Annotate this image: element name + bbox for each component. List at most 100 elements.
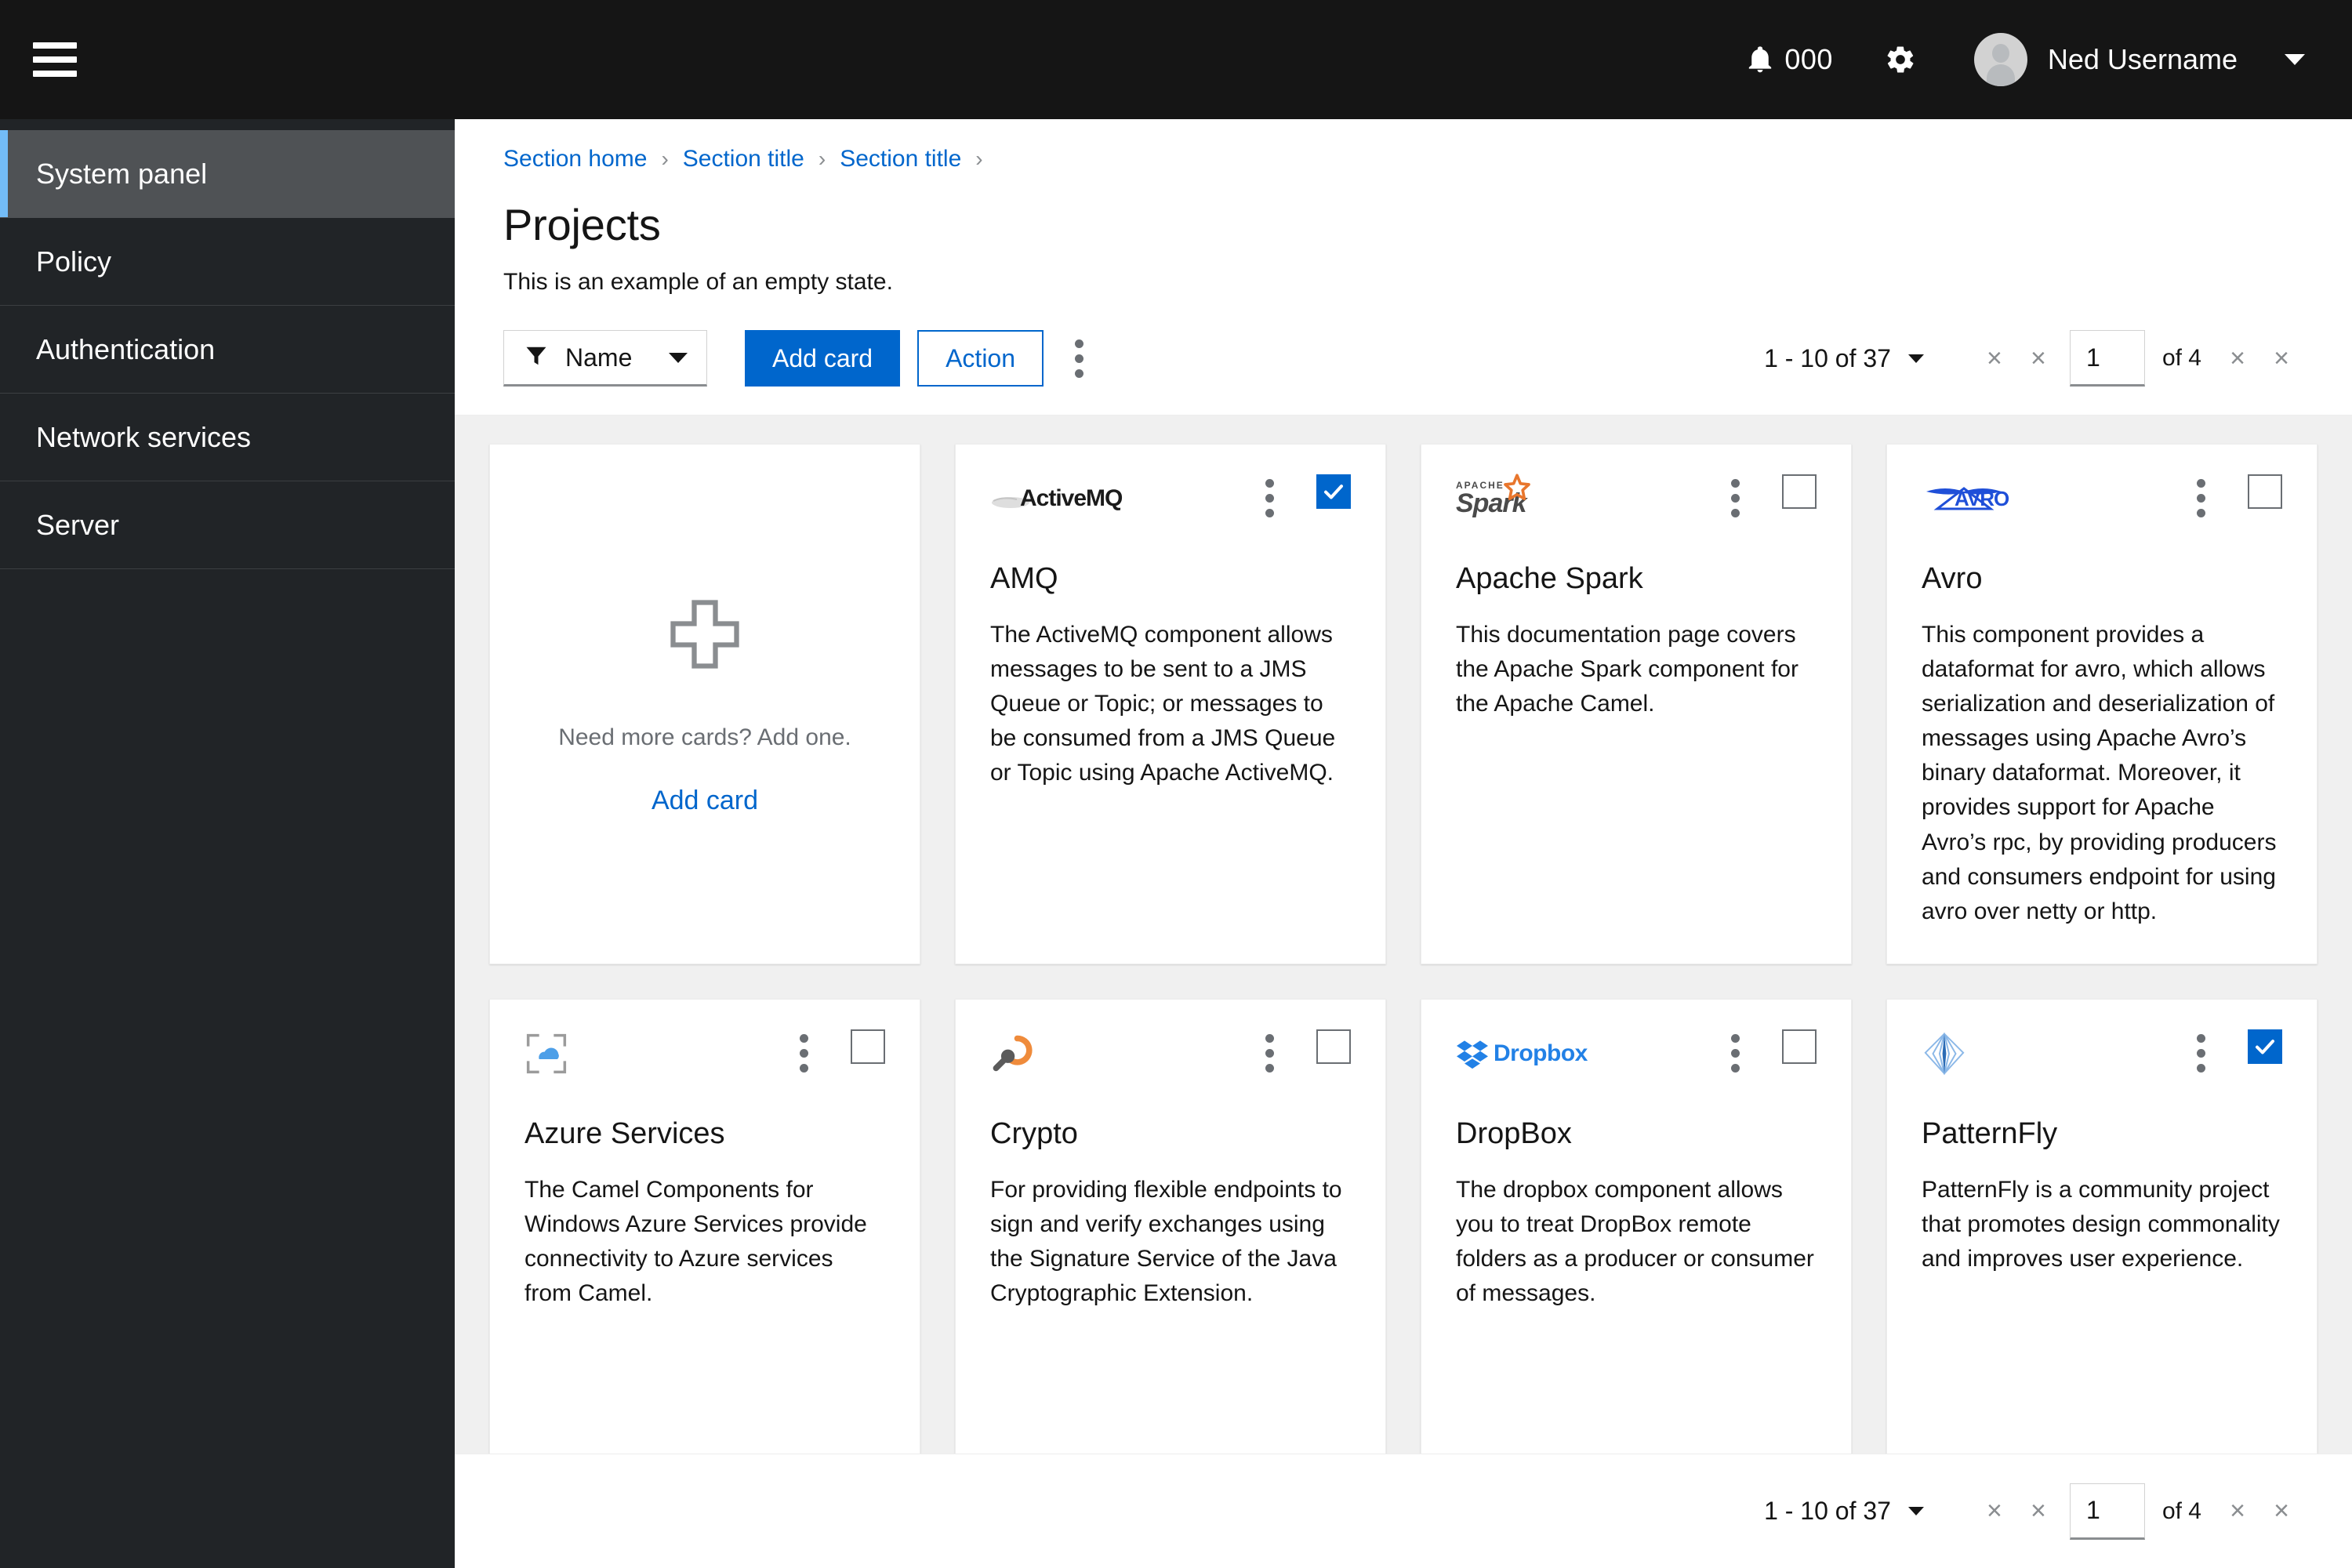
card-title: Crypto	[990, 1116, 1078, 1150]
card-description: The ActiveMQ component allows messages t…	[990, 622, 1336, 786]
kebab-dot	[1265, 1048, 1274, 1058]
kebab-dot	[1730, 494, 1740, 503]
kebab-dot	[1730, 509, 1740, 517]
page-subtitle: This is an example of an empty state.	[503, 269, 893, 295]
card-title: PatternFly	[1922, 1116, 2058, 1150]
toolbar-kebab-vertical-icon[interactable]	[1053, 332, 1105, 384]
hamburger-bar	[33, 56, 77, 63]
pagination-next-page-icon[interactable]: ×	[2216, 343, 2259, 374]
card-kebab-vertical-icon[interactable]	[1719, 474, 1751, 517]
user-menu-caret-down-icon[interactable]	[2285, 54, 2305, 65]
pagination-first-page-icon[interactable]: ×	[1973, 343, 2016, 374]
masthead: 000 Ned Username	[0, 0, 2352, 119]
card-crypto[interactable]: Crypto For providing flexible endpoints …	[955, 998, 1386, 1454]
card-avro[interactable]: AVRO Avro This component provides a data…	[1886, 444, 2318, 964]
apache-spark-logo-icon: APACHE Spark	[1456, 474, 1530, 523]
kebab-dot	[1730, 1033, 1740, 1043]
card-description: This documentation page covers the Apach…	[1456, 622, 1798, 717]
hamburger-bar	[33, 71, 77, 77]
card-checkbox-unchecked-icon[interactable]	[1782, 474, 1817, 509]
kebab-dot	[799, 1063, 808, 1073]
main-content: Section home › Section title › Section t…	[455, 119, 2352, 1568]
kebab-dot	[1730, 1063, 1740, 1073]
card-checkbox-unchecked-icon[interactable]	[2248, 474, 2282, 509]
hamburger-menu-icon[interactable]	[33, 42, 77, 77]
pagination-prev-page-icon[interactable]: ×	[2016, 343, 2060, 374]
empty-state-card[interactable]: Need more cards? Add one. Add card	[489, 444, 920, 964]
card-kebab-vertical-icon[interactable]	[1254, 474, 1285, 517]
avatar-graphic	[1974, 33, 2027, 86]
sidebar-item-policy[interactable]: Policy	[0, 218, 455, 306]
breadcrumb-item-section-home[interactable]: Section home	[503, 146, 647, 172]
kebab-dot	[2196, 1048, 2205, 1058]
breadcrumb-item-section-title-1[interactable]: Section title	[683, 146, 804, 172]
filter-select[interactable]: Name	[503, 330, 707, 387]
masthead-toolbar: 000 Ned Username	[1747, 33, 2352, 86]
settings-gear-icon[interactable]	[1885, 44, 1916, 75]
card-checkbox-unchecked-icon[interactable]	[1316, 1029, 1351, 1064]
sidebar-item-server[interactable]: Server	[0, 481, 455, 569]
card-kebab-vertical-icon[interactable]	[788, 1029, 819, 1073]
card-checkbox-unchecked-icon[interactable]	[851, 1029, 885, 1064]
empty-state-add-card-link[interactable]: Add card	[652, 786, 758, 816]
sidebar-item-network-services[interactable]: Network services	[0, 394, 455, 481]
card-patternfly[interactable]: PatternFly PatternFly is a community pro…	[1886, 998, 2318, 1454]
add-card-button[interactable]: Add card	[745, 330, 901, 387]
card-title: Avro	[1922, 562, 1983, 595]
kebab-dot	[1265, 1033, 1274, 1043]
bell-icon	[1747, 44, 1773, 75]
pagination-page-input[interactable]	[2069, 330, 2145, 387]
card-actions	[2185, 474, 2282, 517]
card-actions	[788, 1029, 885, 1073]
dropbox-logo-text: Dropbox	[1494, 1040, 1588, 1066]
page-title: Projects	[503, 200, 661, 249]
card-actions	[1719, 1029, 1817, 1073]
card-azure-services[interactable]: Azure Services The Camel Components for …	[489, 998, 920, 1454]
card-kebab-vertical-icon[interactable]	[2185, 1029, 2216, 1073]
application-root: 000 Ned Username System panel Policy Aut…	[0, 0, 2352, 1568]
card-checkbox-checked-icon[interactable]	[1316, 474, 1351, 509]
pagination-range-label: 1 - 10 of 37	[1764, 343, 1891, 372]
card-apache-spark[interactable]: APACHE Spark Apache Spark This documenta…	[1421, 444, 1852, 964]
sidebar-item-system-panel[interactable]: System panel	[0, 130, 455, 218]
card-kebab-vertical-icon[interactable]	[2185, 474, 2216, 517]
page-header: Section home › Section title › Section t…	[455, 119, 2352, 296]
sidebar-item-authentication[interactable]: Authentication	[0, 306, 455, 394]
pagination-per-page-caret-down-icon[interactable]	[1907, 354, 1924, 363]
card-title: Apache Spark	[1456, 562, 1643, 595]
pagination-next-page-icon[interactable]: ×	[2216, 1496, 2259, 1526]
card-header	[524, 1029, 885, 1078]
card-amq[interactable]: ActiveMQ AMQ The ActiveMQ component allo…	[955, 444, 1386, 964]
card-title: DropBox	[1456, 1116, 1572, 1150]
breadcrumb-separator-icon: ›	[661, 147, 669, 171]
breadcrumb-separator-icon: ›	[975, 147, 983, 171]
card-grid: Need more cards? Add one. Add card Activ…	[489, 444, 2318, 1454]
pagination-first-page-icon[interactable]: ×	[1973, 1496, 2016, 1526]
breadcrumb-item-section-title-2[interactable]: Section title	[840, 146, 961, 172]
card-checkbox-checked-icon[interactable]	[2248, 1029, 2282, 1064]
activemq-logo-icon: ActiveMQ	[990, 474, 1123, 523]
kebab-dot	[1730, 1048, 1740, 1058]
notification-badge[interactable]: 000	[1747, 43, 1833, 76]
crypto-logo-icon	[990, 1029, 1034, 1078]
card-dropbox[interactable]: Dropbox DropBox The dropbox component al…	[1421, 998, 1852, 1454]
card-checkbox-unchecked-icon[interactable]	[1782, 1029, 1817, 1064]
kebab-dot	[2196, 494, 2205, 503]
action-button[interactable]: Action	[917, 330, 1044, 387]
pagination-per-page-caret-down-icon[interactable]	[1907, 1507, 1924, 1515]
pagination-prev-page-icon[interactable]: ×	[2016, 1496, 2060, 1526]
card-kebab-vertical-icon[interactable]	[1254, 1029, 1285, 1073]
sidebar-item-label: Server	[36, 508, 120, 541]
empty-state-text: Need more cards? Add one.	[558, 724, 851, 750]
pagination-last-page-icon[interactable]: ×	[2259, 1496, 2303, 1526]
pagination-total-pages-label: of 4	[2161, 345, 2201, 371]
pagination-page-input[interactable]	[2069, 1483, 2145, 1540]
user-avatar[interactable]	[1973, 33, 2027, 86]
kebab-dot	[1265, 494, 1274, 503]
card-kebab-vertical-icon[interactable]	[1719, 1029, 1751, 1073]
notification-count: 000	[1784, 43, 1833, 75]
kebab-dot	[1074, 339, 1083, 348]
pagination-last-page-icon[interactable]: ×	[2259, 343, 2303, 374]
plus-icon	[662, 592, 747, 681]
username-label: Ned Username	[2047, 43, 2238, 75]
